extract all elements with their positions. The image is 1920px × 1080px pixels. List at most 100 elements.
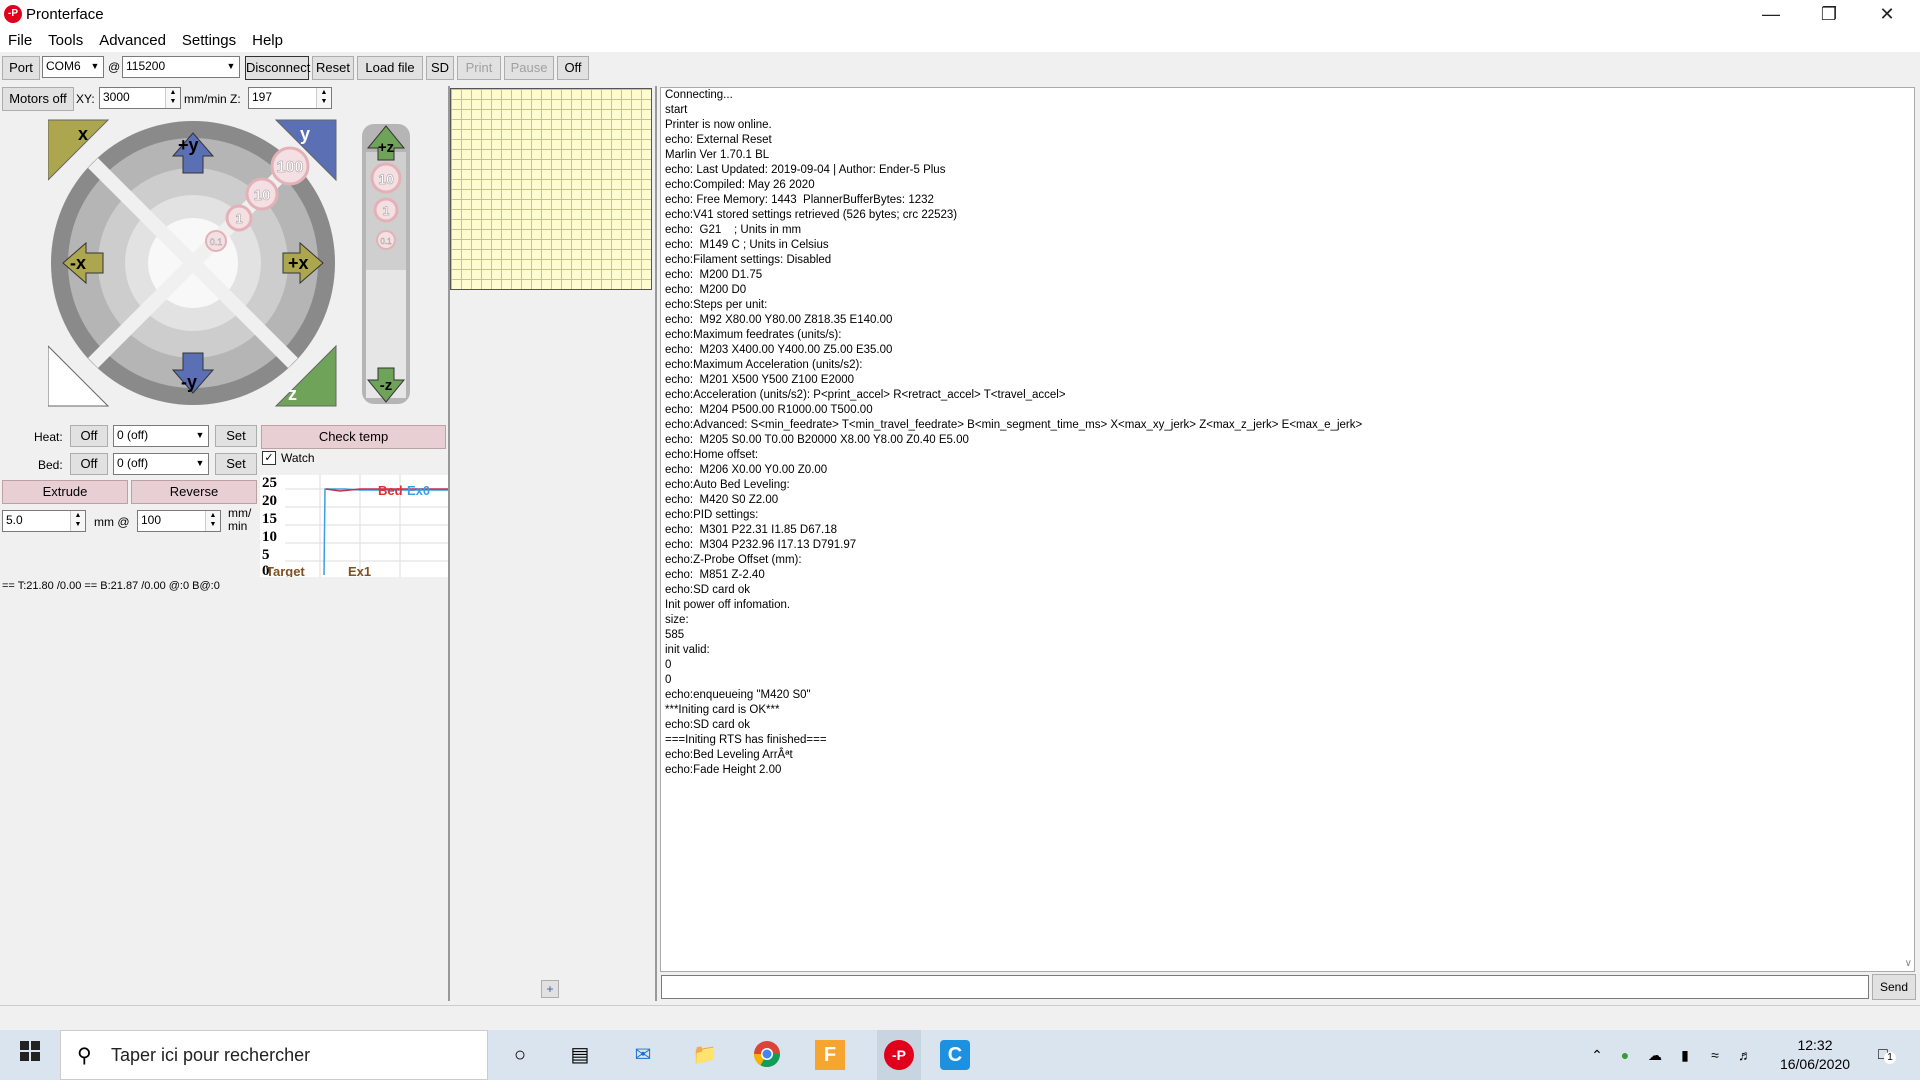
console-line: echo:Acceleration (units/s2): P<print_ac… [665, 389, 1066, 401]
bed-temp-select[interactable]: 0 (off) ▼ [113, 453, 209, 475]
battery-icon[interactable]: ▮ [1670, 1040, 1700, 1070]
windows-taskbar: ⚲ Taper ici pour rechercher ○ ▤ ✉ 📁 F -P… [0, 1030, 1920, 1080]
z-minus-label: -z [380, 377, 393, 394]
cloud-icon[interactable]: ☁ [1640, 1040, 1670, 1070]
console-line: size: [665, 614, 689, 626]
close-icon[interactable]: ✕ [1858, 0, 1916, 30]
pause-button[interactable]: Pause [504, 56, 554, 80]
mail-icon[interactable]: ✉ [628, 1040, 658, 1070]
restore-icon[interactable]: ❐ [1800, 0, 1858, 30]
step-label-1: 1 [235, 211, 242, 226]
console-line: echo: M304 P232.96 I17.13 D791.97 [665, 539, 857, 551]
task-view-icon[interactable]: ▤ [565, 1040, 595, 1070]
pronterface-app-icon: -P [4, 5, 22, 23]
windows-start-icon[interactable] [15, 1040, 45, 1070]
z-jog-control[interactable]: +z -z 10 1 0.1 [360, 122, 412, 407]
legend-target: Target [266, 564, 305, 577]
send-button[interactable]: Send [1872, 974, 1916, 1000]
mm-min-z-label: mm/min Z: [184, 92, 241, 106]
console-line: start [665, 104, 688, 116]
chevron-down-icon[interactable]: ▼ [223, 57, 239, 77]
xy-feedrate-input[interactable]: 3000 ▲ ▼ [99, 87, 181, 109]
console-line: echo: M205 S0.00 T0.00 B20000 X8.00 Y8.0… [665, 434, 969, 446]
plus-icon[interactable]: + [541, 980, 559, 998]
menu-bar: File Tools Advanced Settings Help [0, 30, 1920, 52]
xy-jog-control[interactable]: x y z +y -y -x +x 100 10 1 0.1 [48, 118, 338, 408]
z-spin-icon[interactable]: ▲ ▼ [316, 88, 331, 108]
step-label-01: 0.1 [210, 237, 223, 247]
volume-icon[interactable]: ♬ [1730, 1040, 1760, 1070]
print-preview-grid[interactable] [450, 88, 652, 290]
ccleaner-icon[interactable]: C [940, 1040, 970, 1070]
chevron-down-icon[interactable]: ▼ [192, 454, 208, 474]
menu-settings[interactable]: Settings [174, 30, 244, 51]
home-x-label: x [78, 124, 88, 144]
console-line: echo: Last Updated: 2019-09-04 | Author:… [665, 164, 946, 176]
off-button[interactable]: Off [557, 56, 589, 80]
security-icon[interactable]: ● [1610, 1040, 1640, 1070]
panel-divider[interactable] [655, 86, 657, 1001]
chevron-down-icon[interactable]: ▼ [192, 426, 208, 446]
status-bar [0, 1005, 1920, 1030]
temperature-graph: 25 20 15 10 5 0 Bed Ex0 Target Ex1 [260, 475, 448, 577]
wifi-icon[interactable]: ≈ [1700, 1040, 1730, 1070]
bed-temp-value: 0 (off) [117, 456, 149, 470]
console-log[interactable]: Connecting... start Printer is now online.… [660, 87, 1915, 972]
extrude-button[interactable]: Extrude [2, 480, 128, 504]
console-line: echo: M851 Z-2.40 [665, 569, 765, 581]
chrome-icon[interactable] [752, 1040, 782, 1070]
z-feedrate-input[interactable]: 197 ▲ ▼ [248, 87, 332, 109]
menu-tools[interactable]: Tools [40, 30, 91, 51]
console-line: echo:PID settings: [665, 509, 759, 521]
print-button[interactable]: Print [457, 56, 501, 80]
bed-set-button[interactable]: Set [215, 453, 257, 475]
cortana-icon[interactable]: ○ [505, 1040, 535, 1070]
menu-help[interactable]: Help [244, 30, 291, 51]
console-line: init valid: [665, 644, 710, 656]
xy-spin-icon[interactable]: ▲ ▼ [165, 88, 180, 108]
taskbar-clock[interactable]: 12:32 16/06/2020 [1770, 1036, 1860, 1074]
reverse-button[interactable]: Reverse [131, 480, 257, 504]
port-select[interactable]: COM6 ▼ [42, 56, 104, 78]
extrude-speed-spin-icon[interactable]: ▲ ▼ [205, 511, 220, 531]
console-line: echo:Fade Height 2.00 [665, 764, 782, 776]
bed-off-button[interactable]: Off [70, 453, 108, 475]
menu-advanced[interactable]: Advanced [91, 30, 174, 51]
extrude-length-spin-icon[interactable]: ▲ ▼ [70, 511, 85, 531]
pronterface-taskbar-icon[interactable]: -P [877, 1030, 921, 1080]
heat-set-button[interactable]: Set [215, 425, 257, 447]
file-explorer-icon[interactable]: 📁 [690, 1040, 720, 1070]
motors-off-button[interactable]: Motors off [2, 87, 74, 111]
z-feedrate-value: 197 [252, 90, 273, 104]
sd-button[interactable]: SD [426, 56, 454, 80]
load-file-button[interactable]: Load file [357, 56, 423, 80]
chevron-down-icon[interactable]: ▼ [87, 57, 103, 77]
console-line: echo:Compiled: May 26 2020 [665, 179, 815, 191]
command-input[interactable] [661, 975, 1869, 999]
foxit-icon[interactable]: F [815, 1040, 845, 1070]
minimize-icon[interactable]: — [1742, 0, 1800, 30]
taskbar-search-box[interactable]: ⚲ Taper ici pour rechercher [60, 1030, 488, 1080]
watch-checkbox[interactable]: ✓ [262, 451, 276, 465]
menu-file[interactable]: File [0, 30, 40, 51]
extrude-speed-input[interactable]: 100 ▲ ▼ [137, 510, 221, 532]
console-line: ===Initing RTS has finished=== [665, 734, 827, 746]
console-line: echo: G21 ; Units in mm [665, 224, 802, 236]
show-hidden-icons-icon[interactable]: ⌃ [1582, 1040, 1612, 1070]
scroll-down-icon[interactable]: ∨ [1905, 958, 1912, 969]
temperature-status-text: == T:21.80 /0.00 == B:21.87 /0.00 @:0 B@… [2, 580, 220, 592]
check-temp-button[interactable]: Check temp [261, 425, 446, 449]
heat-off-button[interactable]: Off [70, 425, 108, 447]
z-step-label-1: 1 [383, 204, 390, 218]
heat-temp-select[interactable]: 0 (off) ▼ [113, 425, 209, 447]
reset-button[interactable]: Reset [312, 56, 354, 80]
extrude-length-input[interactable]: 5.0 ▲ ▼ [2, 510, 86, 532]
baud-select[interactable]: 115200 ▼ [122, 56, 240, 78]
notifications-icon[interactable]: □ 1 [1868, 1040, 1898, 1070]
minus-y-label: -y [181, 372, 197, 392]
disconnect-button[interactable]: Disconnect [245, 56, 310, 80]
port-button[interactable]: Port [2, 56, 40, 80]
mm-min-label: mm/ min [228, 506, 252, 533]
z-plus-label: +z [378, 139, 394, 156]
console-line: echo:Maximum feedrates (units/s): [665, 329, 842, 341]
